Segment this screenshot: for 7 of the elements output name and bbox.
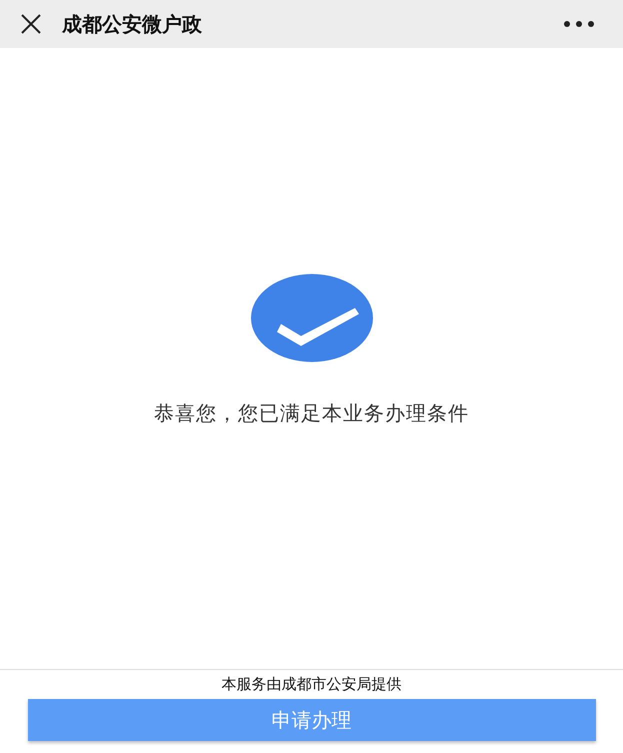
success-check-icon [250, 274, 372, 362]
provider-note: 本服务由成都市公安局提供 [222, 674, 402, 694]
apply-button[interactable]: 申请办理 [28, 699, 596, 741]
success-message: 恭喜您，您已满足本业务办理条件 [154, 400, 469, 427]
more-icon[interactable] [563, 20, 595, 28]
close-icon[interactable] [20, 13, 42, 35]
page-title: 成都公安微户政 [62, 11, 203, 38]
